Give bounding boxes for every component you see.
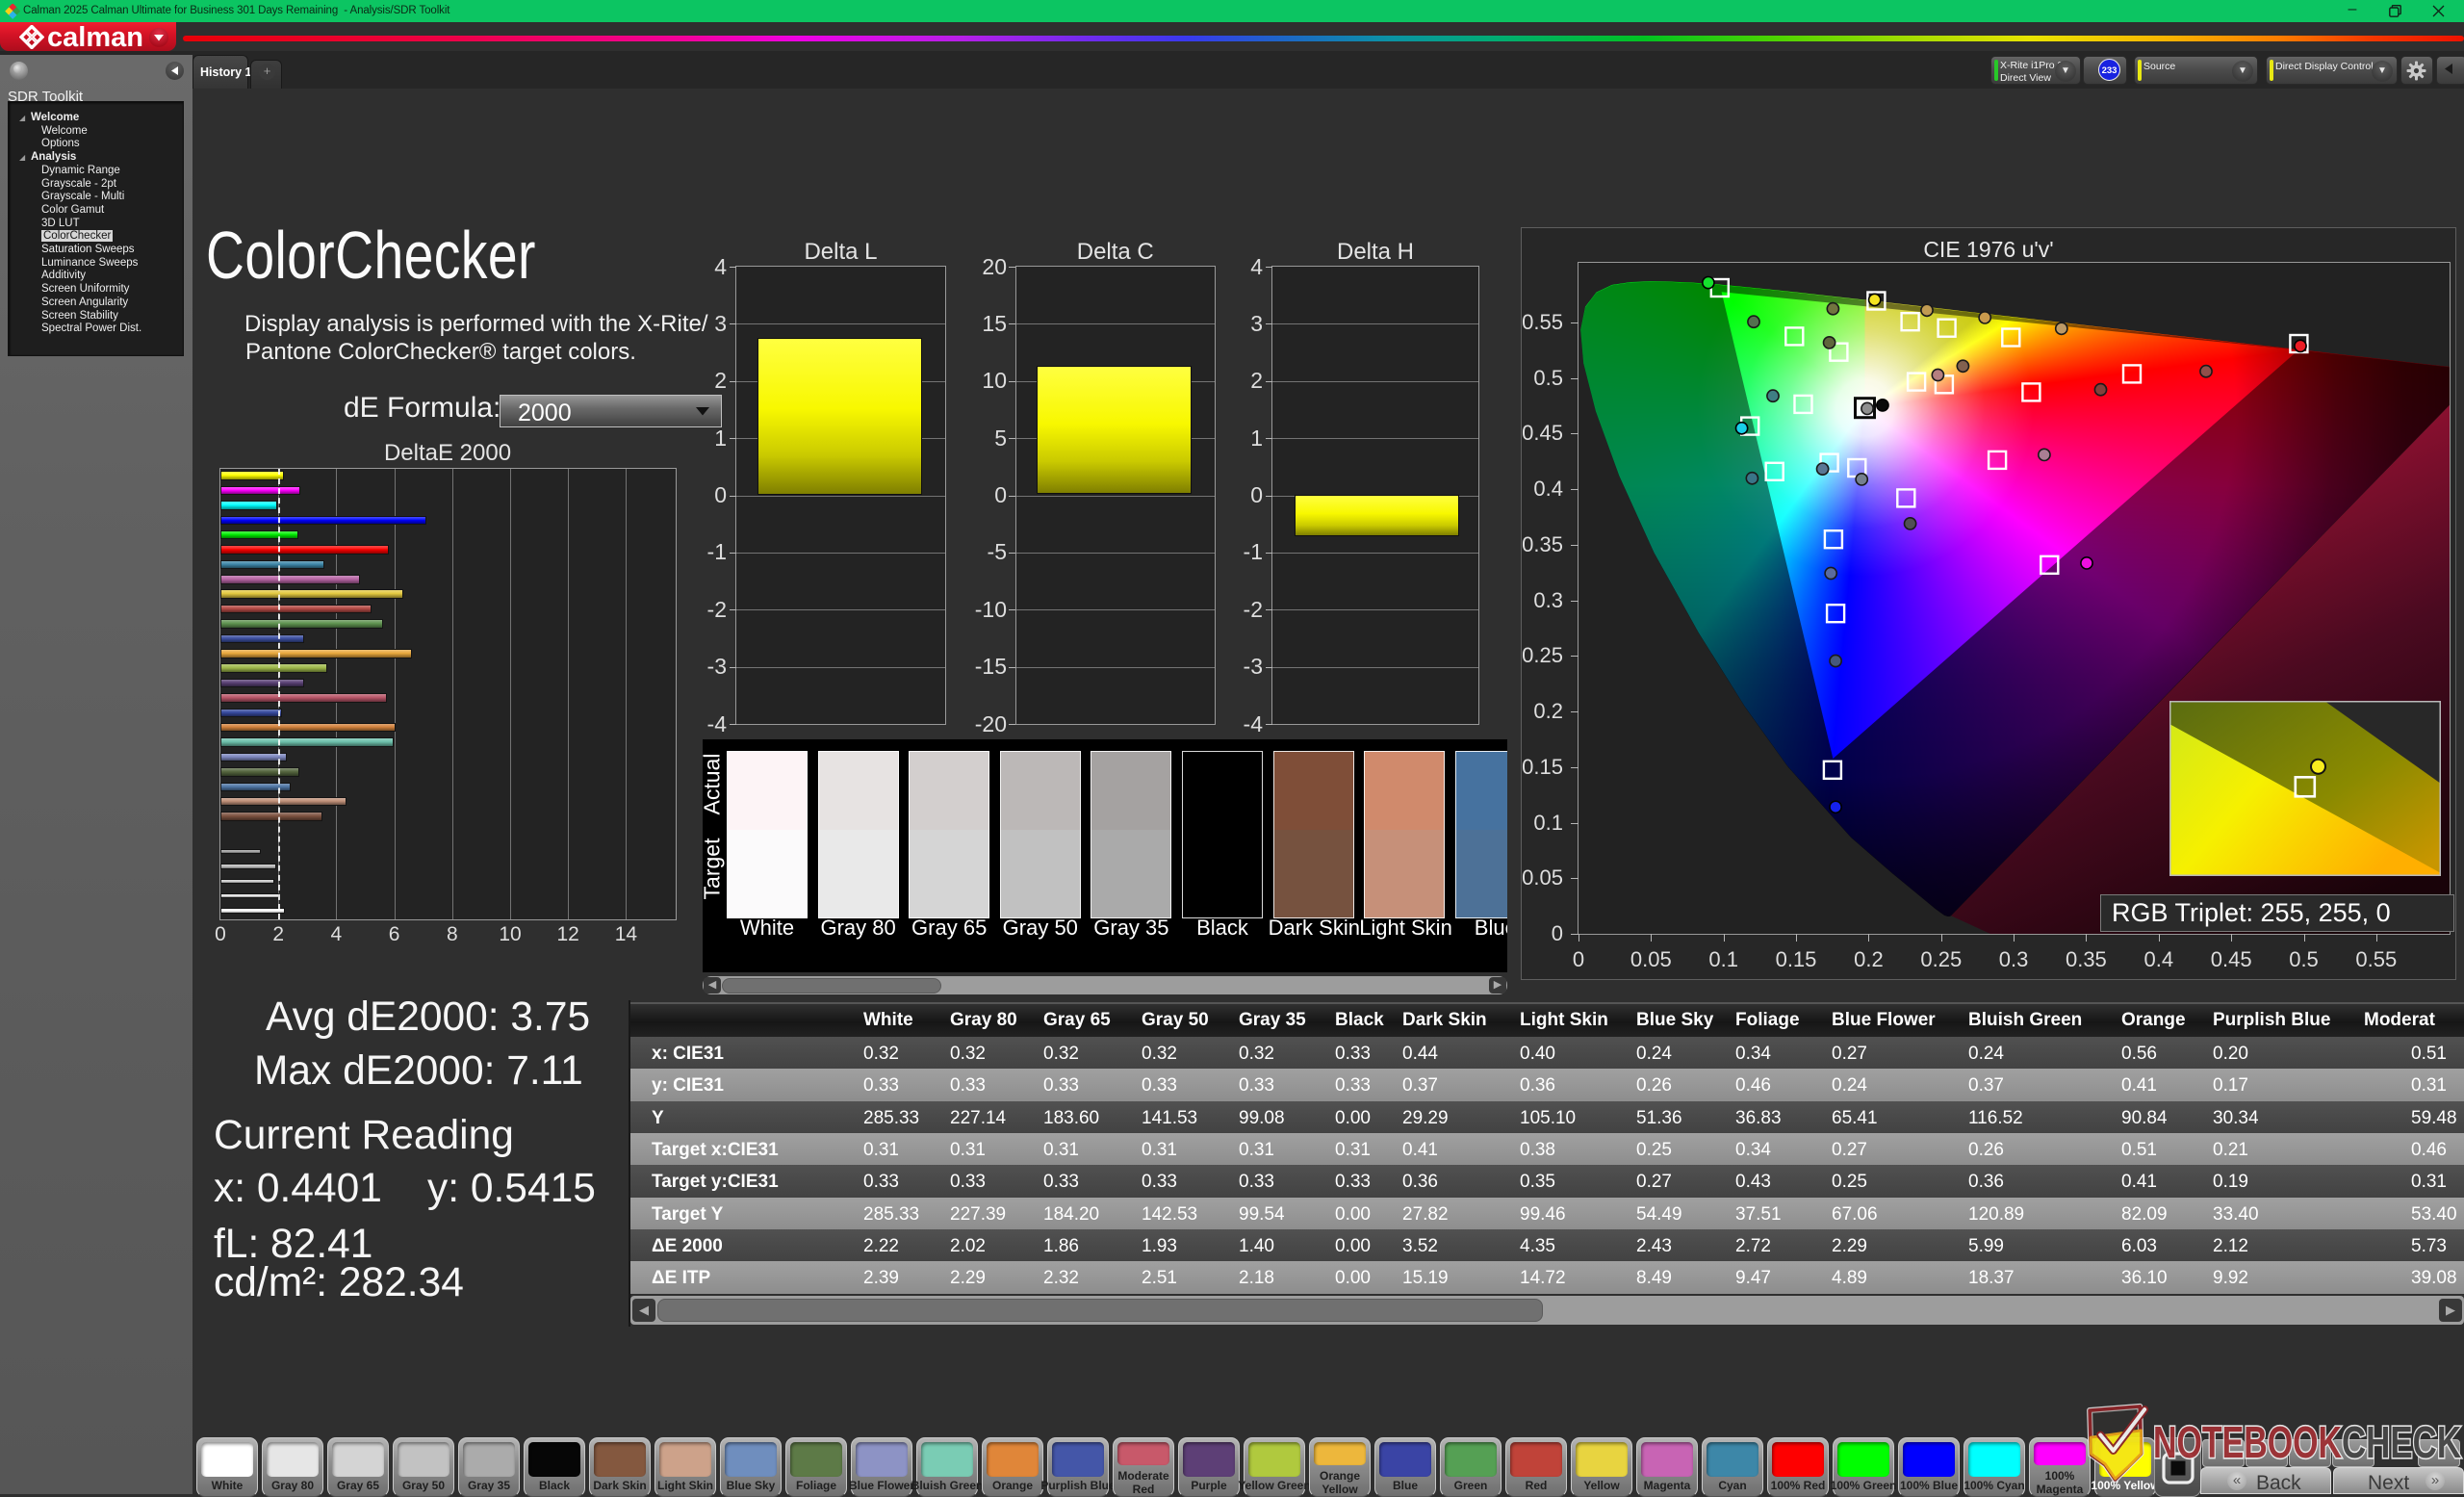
svg-text:NOTEBOOK: NOTEBOOK xyxy=(2153,1417,2342,1467)
svg-text:CHECK: CHECK xyxy=(2342,1417,2461,1467)
